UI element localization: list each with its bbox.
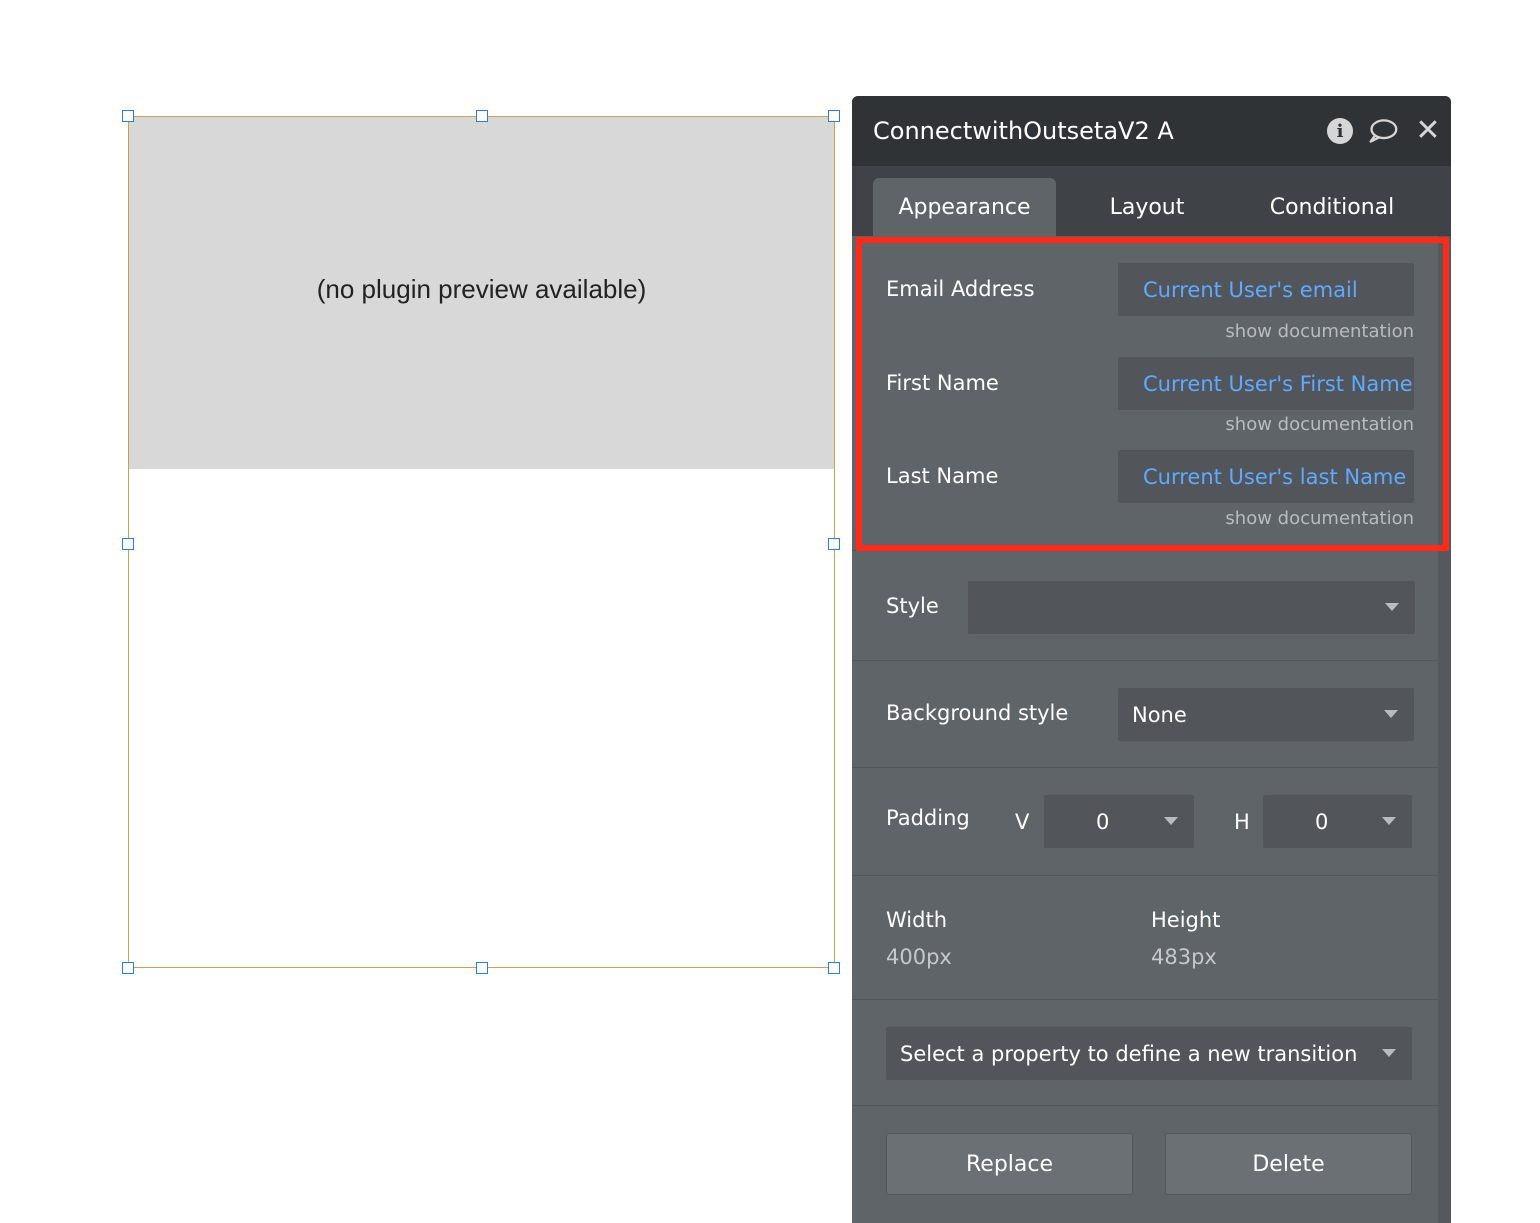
panel-header: ConnectwithOutsetaV2 A i ✕ (852, 96, 1451, 166)
padding-h-dropdown[interactable]: 0 (1263, 795, 1412, 848)
padding-h-label: H (1234, 810, 1250, 834)
width-value: 400px (886, 945, 952, 969)
email-show-documentation-link[interactable]: show documentation (1225, 321, 1414, 342)
email-address-label: Email Address (886, 277, 1035, 301)
resize-handle-top-right[interactable] (828, 110, 840, 122)
style-label: Style (886, 594, 939, 618)
delete-button[interactable]: Delete (1165, 1133, 1412, 1195)
padding-label: Padding (886, 806, 970, 830)
chevron-down-icon (1382, 817, 1396, 825)
last-name-show-documentation-link[interactable]: show documentation (1225, 508, 1414, 529)
resize-handle-bottom-right[interactable] (828, 962, 840, 974)
last-name-field[interactable]: Current User's last Name (1118, 450, 1414, 503)
width-label: Width (886, 908, 948, 932)
transition-placeholder: Select a property to define a new transi… (900, 1041, 1358, 1066)
tab-layout[interactable]: Layout (1092, 178, 1202, 236)
height-label: Height (1151, 908, 1221, 932)
background-style-section: Background style None (852, 661, 1438, 768)
last-name-label: Last Name (886, 464, 999, 488)
panel-tabs: Appearance Layout Conditional (852, 166, 1451, 236)
style-section: Style (852, 551, 1438, 661)
style-dropdown[interactable] (968, 581, 1415, 634)
property-editor-panel: ConnectwithOutsetaV2 A i ✕ Appearance La… (852, 96, 1451, 1223)
resize-handle-bottom-left[interactable] (122, 962, 134, 974)
chevron-down-icon (1385, 603, 1399, 611)
replace-button[interactable]: Replace (886, 1133, 1133, 1195)
resize-handle-left[interactable] (122, 538, 134, 550)
padding-h-value: 0 (1315, 809, 1329, 834)
tab-conditional[interactable]: Conditional (1252, 178, 1412, 236)
close-icon[interactable]: ✕ (1413, 116, 1443, 146)
resize-handle-top-left[interactable] (122, 110, 134, 122)
panel-scrollbar[interactable] (1438, 236, 1451, 1223)
first-name-label: First Name (886, 371, 999, 395)
padding-v-value: 0 (1096, 809, 1110, 834)
size-section: Width 400px Height 483px (852, 876, 1438, 1000)
plugin-preview-area: (no plugin preview available) (129, 117, 834, 469)
preview-placeholder-text: (no plugin preview available) (316, 273, 647, 304)
first-name-show-documentation-link[interactable]: show documentation (1225, 414, 1414, 435)
padding-v-label: V (1015, 810, 1030, 834)
background-style-value: None (1132, 702, 1187, 727)
email-address-field[interactable]: Current User's email (1118, 263, 1414, 316)
plugin-element[interactable]: (no plugin preview available) (122, 110, 840, 974)
resize-handle-top[interactable] (476, 110, 488, 122)
info-icon[interactable]: i (1325, 116, 1355, 146)
height-value: 483px (1151, 945, 1217, 969)
background-style-dropdown[interactable]: None (1118, 688, 1414, 741)
transition-dropdown[interactable]: Select a property to define a new transi… (886, 1027, 1412, 1080)
tab-appearance[interactable]: Appearance (873, 178, 1056, 236)
transition-section: Select a property to define a new transi… (852, 1000, 1438, 1106)
background-style-label: Background style (886, 701, 1069, 725)
padding-v-dropdown[interactable]: 0 (1044, 795, 1194, 848)
chevron-down-icon (1382, 1049, 1396, 1057)
chevron-down-icon (1384, 710, 1398, 718)
panel-title: ConnectwithOutsetaV2 A (873, 117, 1174, 145)
resize-handle-right[interactable] (828, 538, 840, 550)
padding-section: Padding V 0 H 0 (852, 768, 1438, 876)
comment-icon[interactable] (1368, 116, 1398, 146)
resize-handle-bottom[interactable] (476, 962, 488, 974)
plugin-fields-section: Email Address Current User's email show … (852, 236, 1438, 551)
first-name-field[interactable]: Current User's First Name (1118, 357, 1414, 410)
chevron-down-icon (1164, 817, 1178, 825)
